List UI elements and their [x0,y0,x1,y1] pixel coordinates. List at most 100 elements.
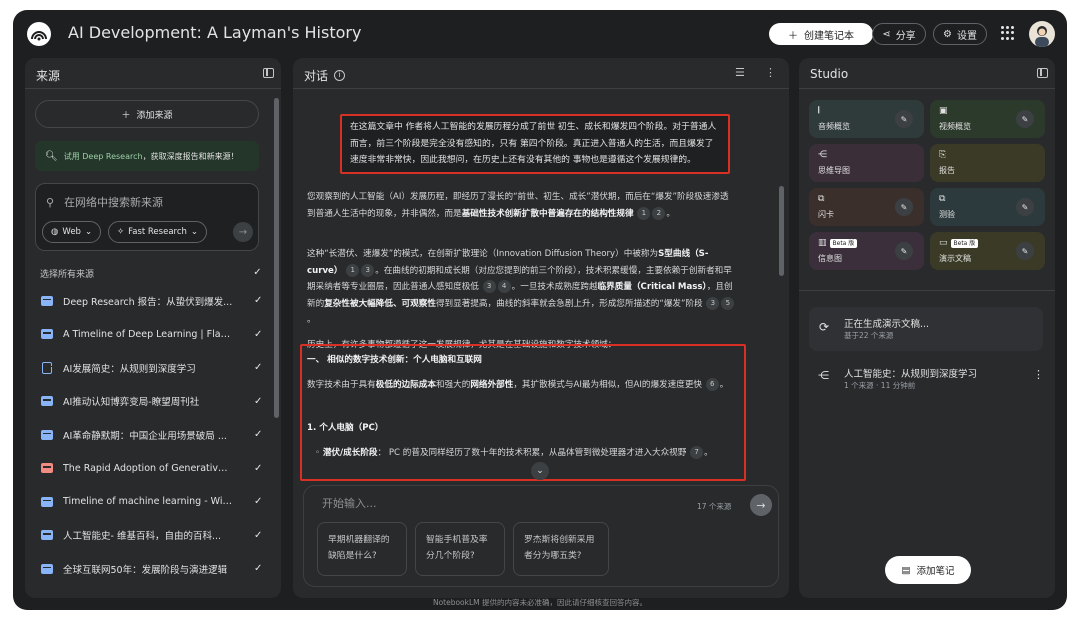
edit-icon[interactable]: ✎ [1016,110,1034,128]
source-item[interactable]: AI推动认知博弈变局-瞭望周刊社 ✓ [35,385,267,419]
source-checkbox[interactable]: ✓ [254,563,262,574]
sync-icon: ⟳ [819,320,830,334]
source-item[interactable]: AI革命静默期：中国企业用场景破局 ... ✓ [35,418,267,452]
add-note-label: 添加笔记 [916,566,955,577]
chevron-down-icon: ⌄ [84,227,93,237]
source-item[interactable]: 人工智能史- 维基百科，自由的百科... ✓ [35,519,267,553]
chat-composer: 开始输入... 17 个来源 → 早期机器翻译的缺陷是什么? 智能手机普及率分几… [303,485,779,587]
citation-chip[interactable]: 1 [637,206,651,220]
citation-chip[interactable]: 3 [482,280,496,293]
promo-text: ，获取深度报告和新来源！ [142,151,239,161]
chat-input[interactable]: 开始输入... [322,495,377,511]
source-checkbox[interactable]: ✓ [254,530,262,541]
citation-chip[interactable]: 3 [361,263,375,277]
web-page-icon [41,429,53,440]
tune-icon[interactable]: ☰ [735,66,745,79]
web-page-icon [41,530,53,541]
tile-label: 信息图 [818,254,842,263]
edit-icon[interactable]: ✎ [895,242,913,260]
research-mode-dropdown[interactable]: ✧ Fast Research ⌄ [108,221,208,243]
flashcards-tile[interactable]: ⧉ 闪卡 ✎ [809,188,924,226]
source-checkbox[interactable]: ✓ [254,496,262,507]
share-button[interactable]: ⋖ 分享 [872,23,926,45]
source-checkbox[interactable]: ✓ [254,329,262,340]
avatar[interactable] [1029,21,1055,47]
source-checkbox[interactable]: ✓ [254,295,262,306]
source-item[interactable]: Timeline of machine learning - Wikip... ✓ [35,485,267,519]
settings-button[interactable]: ⚙ 设置 [933,23,987,45]
create-notebook-label: 创建笔记本 [804,30,854,42]
web-page-icon [41,563,53,574]
edit-icon[interactable]: ✎ [895,110,913,128]
notebook-title[interactable]: AI Development: A Layman's History [68,23,361,42]
source-item[interactable]: Deep Research 报告：从蛰伏到爆发... ✓ [35,284,267,318]
plus-icon: ＋ [121,110,131,121]
chat-panel: 对话 i ☰ ⋮ 在这篇文章中 作者将人工智能的发展历程分成了前世 初生、成长和… [293,58,789,598]
video-overview-tile[interactable]: ▣ 视频概览 ✎ [930,100,1045,138]
citation-chip[interactable]: 1 [346,263,360,277]
web-search-input[interactable]: ⚲ 在网络中搜索新来源 [46,194,163,210]
sources-scrollbar[interactable] [274,98,279,418]
source-item[interactable]: AI发展简史：从规则到深度学习 ✓ [35,351,267,385]
suggestion-chip[interactable]: 早期机器翻译的缺陷是什么? [317,522,407,576]
edit-icon[interactable]: ✎ [1016,242,1034,260]
add-note-button[interactable]: ▤ 添加笔记 [885,556,971,584]
suggestion-chip[interactable]: 智能手机普及率分几个阶段? [415,522,505,576]
mind-map-tile[interactable]: ⋲ 思维导图 [809,144,924,182]
report-tile[interactable]: ⎘ 报告 [930,144,1045,182]
source-checkbox[interactable]: ✓ [254,429,262,440]
collapse-panel-icon[interactable] [1037,68,1048,78]
flashcards-icon: ⧉ [818,194,825,204]
suggestion-chip[interactable]: 罗杰斯将创新采用者分为哪五类? [513,522,609,576]
audio-overview-tile[interactable]: 𝄃 音频概览 ✎ [809,100,924,138]
citation-chip[interactable]: 7 [690,446,704,459]
add-source-button[interactable]: ＋ 添加来源 [35,100,259,128]
deep-research-link[interactable]: 试用 Deep Research [64,152,143,161]
source-checkbox[interactable]: ✓ [254,396,262,407]
quiz-tile[interactable]: ⧉ 测验 ✎ [930,188,1045,226]
generating-subtitle: 基于22 个来源 [844,331,894,340]
create-notebook-button[interactable]: ＋ 创建笔记本 [769,23,873,45]
chat-scrollbar[interactable] [779,186,784,276]
note-item[interactable]: ⋲ 人工智能史：从规则到深度学习 1 个来源 · 11 分钟前 ⋮ [809,364,1044,398]
source-item[interactable]: 全球互联网50年：发展阶段与演进逻辑 ✓ [35,552,267,586]
citation-chip[interactable]: 4 [497,280,511,293]
edit-icon[interactable]: ✎ [895,198,913,216]
citation-chip[interactable]: 5 [721,296,735,310]
mind-map-icon: ⋲ [818,150,827,160]
slides-tile[interactable]: ▭ Beta 版 演示文稿 ✎ [930,232,1045,270]
tile-label: 视频概览 [939,122,971,131]
tile-label: 测验 [939,210,955,219]
research-chip-label: Fast Research [128,227,187,237]
collapse-panel-icon[interactable] [263,68,274,78]
web-page-icon [41,496,53,507]
info-icon[interactable]: i [334,70,346,81]
source-item[interactable]: A Timeline of Deep Learning | Flagsh... ✓ [35,318,267,352]
more-vert-icon[interactable]: ⋮ [765,66,776,79]
web-source-dropdown[interactable]: ◍ Web ⌄ [42,221,102,243]
citation-chip[interactable]: 2 [652,206,666,220]
apps-grid-icon[interactable] [1001,26,1015,40]
notebooklm-logo-icon[interactable] [27,22,51,46]
beta-badge: Beta 版 [950,239,979,248]
more-vert-icon[interactable]: ⋮ [1033,368,1044,381]
source-checkbox[interactable]: ✓ [254,362,262,373]
source-item[interactable]: The Rapid Adoption of Generative AI... ✓ [35,452,267,486]
citation-chip[interactable]: 6 [705,378,719,391]
gear-icon: ⚙ [943,28,952,40]
send-button[interactable]: → [750,494,772,516]
studio-title: Studio [810,67,849,81]
web-page-icon [41,295,53,306]
deep-research-promo[interactable]: 🔍︎ 试用 Deep Research，获取深度报告和新来源！ [35,141,259,171]
source-label: Timeline of machine learning - Wikip... [63,496,233,508]
studio-panel: Studio 𝄃 音频概览 ✎ ▣ 视频概览 ✎ ⋲ 思维导图 ⎘ 报告 ⧉ 闪… [799,58,1055,598]
source-checkbox[interactable]: ✓ [254,463,262,474]
select-all-checkbox[interactable]: ✓ [252,267,263,278]
search-submit-button[interactable]: → [233,222,253,242]
infographic-tile[interactable]: ▥ Beta 版 信息图 ✎ [809,232,924,270]
citation-chip[interactable]: 3 [706,296,720,310]
edit-icon[interactable]: ✎ [1016,198,1034,216]
scroll-down-button[interactable]: ⌄ [531,462,549,480]
share-label: 分享 [895,30,916,42]
section-heading-2: 1. 个人电脑（PC） [307,423,384,433]
